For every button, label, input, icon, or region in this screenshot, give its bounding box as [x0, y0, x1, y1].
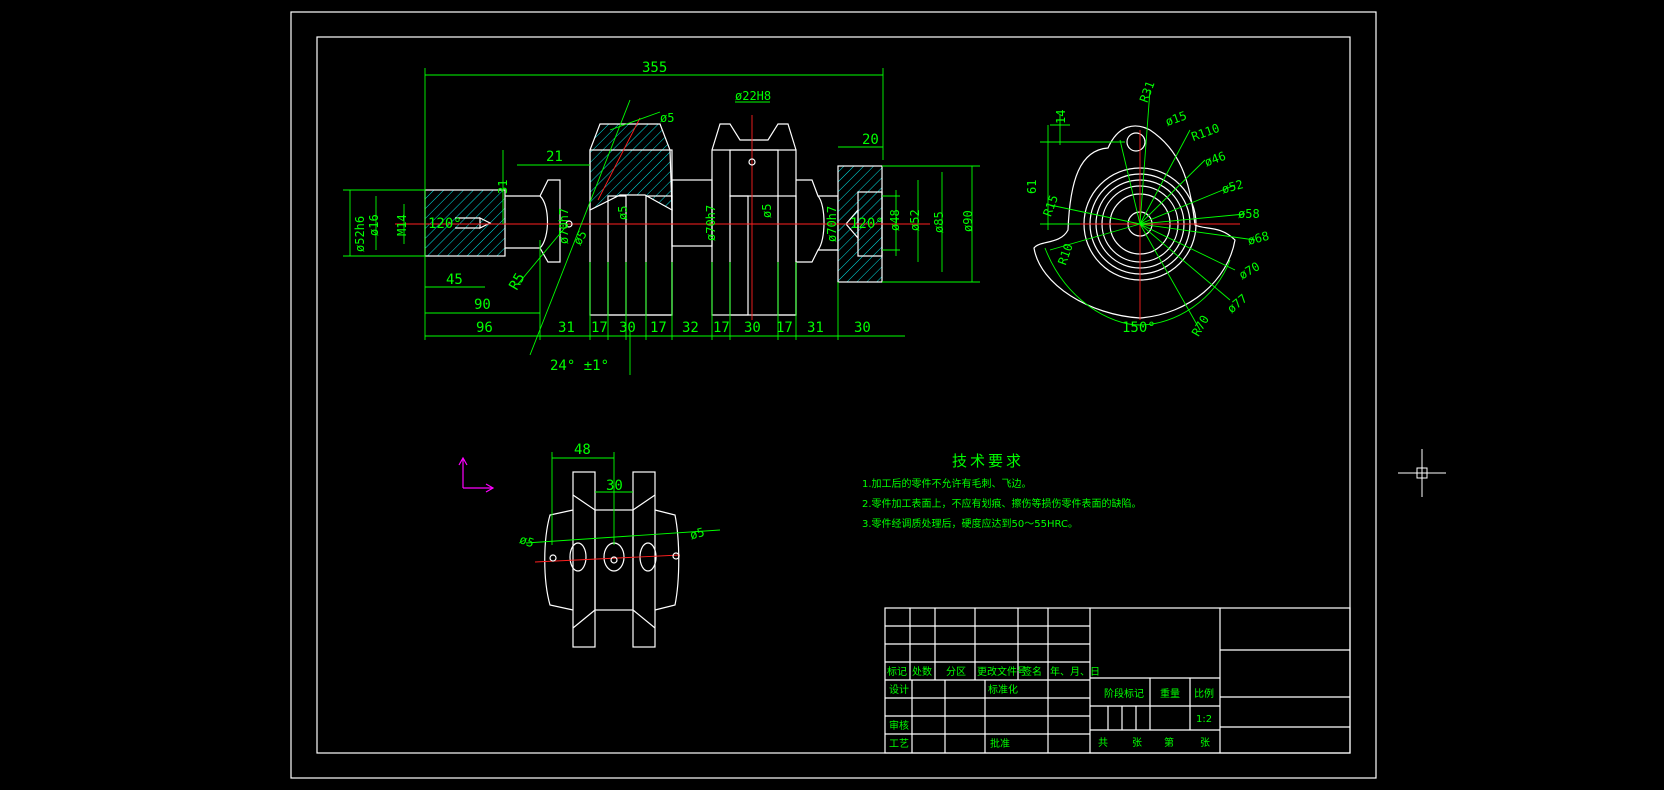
dim-angle-120-right: 120°	[850, 216, 884, 232]
dim-seg-31b: 31	[807, 320, 824, 336]
tb-col-zone: 分区	[946, 666, 966, 678]
tb-sheets-unit1: 张	[1132, 737, 1142, 749]
dim-61: 61	[1025, 180, 1039, 194]
dim-m14: M14	[395, 214, 409, 236]
dim-d15: ø15	[1164, 108, 1189, 129]
dim-r10: R10	[1055, 242, 1076, 267]
dim-overall-length: 355	[642, 60, 667, 76]
tech-req-item-2: 2.零件加工表面上，不应有划痕、擦伤等损伤零件表面的缺陷。	[862, 497, 1142, 510]
side-view: 14 R31 ø15 R110 ø46 61 ø52 R15 ø58 ø68 R…	[1025, 79, 1271, 339]
dim-dia-52: ø52	[908, 209, 922, 231]
dim-seg-17d: 17	[776, 320, 793, 336]
dim-len-20: 20	[862, 132, 879, 148]
dim-d68: ø68	[1246, 229, 1271, 248]
dim-hole-5-top: ø5	[660, 111, 674, 125]
dim-dia-70h7-c: ø70h7	[825, 206, 839, 242]
dim-dia-5-mid: ø5	[616, 206, 630, 220]
tb-scale-value: 1:2	[1196, 714, 1212, 725]
tb-process: 工艺	[889, 738, 909, 750]
dim-r31: R31	[1137, 79, 1158, 104]
dim-seg-30b: 30	[744, 320, 761, 336]
dim-seg-17a: 17	[591, 320, 608, 336]
cad-drawing-canvas[interactable]: 355 ø22H8 ø5 20 21 31 ø52h6 ø16 M14 120°…	[0, 0, 1664, 790]
dim-len-90: 90	[474, 297, 491, 313]
dim-detail-d5-left: ø5	[518, 532, 536, 550]
dim-r110: R110	[1190, 121, 1222, 144]
tb-sheets-unit2: 张	[1200, 737, 1210, 749]
dim-dia-70h7-a: ø70h7	[557, 208, 571, 244]
dim-d46: ø46	[1203, 149, 1228, 170]
dim-len-96: 96	[476, 320, 493, 336]
main-view: 355 ø22H8 ø5 20 21 31 ø52h6 ø16 M14 120°…	[343, 60, 980, 375]
dim-d58: ø58	[1238, 207, 1260, 221]
dim-detail-30: 30	[606, 478, 623, 494]
tech-requirements: 技术要求 1.加工后的零件不允许有毛刺、飞边。 2.零件加工表面上，不应有划痕、…	[862, 452, 1142, 530]
tb-col-date: 年、月、日	[1050, 665, 1100, 678]
detail-view: 48 30 ø5 ø5	[518, 442, 721, 648]
dim-seg-30a: 30	[619, 320, 636, 336]
dim-seg-32: 32	[682, 320, 699, 336]
dim-r5: R5	[506, 270, 528, 293]
tb-col-change-doc: 更改文件号	[977, 665, 1027, 678]
tb-sheets-total: 共	[1098, 737, 1108, 749]
dim-14: 14	[1054, 110, 1068, 124]
dim-dia-48: ø48	[888, 209, 902, 231]
tb-stage-mark: 阶段标记	[1104, 687, 1144, 700]
dim-seg-17c: 17	[713, 320, 730, 336]
dim-seg-17b: 17	[650, 320, 667, 336]
dim-d70: ø70	[1237, 259, 1263, 282]
crosshair-cursor-icon	[1398, 449, 1446, 497]
dim-len-45: 45	[446, 272, 463, 288]
tb-review: 审核	[889, 719, 909, 732]
dim-detail-d5-right: ø5	[688, 525, 706, 542]
dim-seg-30c: 30	[854, 320, 871, 336]
dim-r15: R15	[1040, 193, 1061, 218]
tb-design: 设计	[889, 683, 909, 696]
tb-col-sign: 签名	[1022, 665, 1042, 678]
tech-req-title: 技术要求	[952, 452, 1024, 470]
tb-col-mark: 标记	[887, 666, 907, 678]
tb-scale-label: 比例	[1194, 687, 1214, 700]
dim-d52: ø52	[1220, 177, 1245, 196]
dim-angle-tolerance: 24° ±1°	[550, 358, 609, 374]
dim-len-31-vertical: 31	[496, 180, 510, 194]
dim-dia-70h7-b: ø70h7	[704, 205, 718, 241]
dim-len-21: 21	[546, 149, 563, 165]
ucs-axis-icon	[458, 456, 495, 493]
dim-d77: ø77	[1224, 291, 1250, 316]
dim-dia-16: ø16	[367, 214, 381, 236]
dim-bore-22: ø22H8	[735, 89, 771, 103]
tb-approve: 批准	[990, 737, 1010, 750]
dim-angle-150: 150°	[1122, 320, 1156, 336]
dim-dia-52h6: ø52h6	[353, 216, 367, 252]
dim-dia-5-right: ø5	[760, 204, 774, 218]
tb-sheets-no: 第	[1164, 736, 1174, 749]
inner-border	[316, 36, 1351, 754]
tb-col-count: 处数	[912, 665, 932, 678]
tech-req-item-1: 1.加工后的零件不允许有毛刺、飞边。	[862, 477, 1032, 490]
tech-req-item-3: 3.零件经调质处理后，硬度应达到50～55HRC。	[862, 517, 1078, 530]
dim-dia-90: ø90	[961, 210, 975, 232]
dim-seg-31a: 31	[558, 320, 575, 336]
tb-standardize: 标准化	[988, 683, 1018, 696]
dim-dia-85: ø85	[932, 211, 946, 233]
dim-angle-120-left: 120°	[428, 216, 462, 232]
title-block: 标记 处数 分区 更改文件号 签名 年、月、日 设计 标准化 审核 工艺 批准 …	[884, 607, 1351, 754]
dim-detail-48: 48	[574, 442, 591, 458]
tb-weight: 重量	[1160, 687, 1180, 700]
